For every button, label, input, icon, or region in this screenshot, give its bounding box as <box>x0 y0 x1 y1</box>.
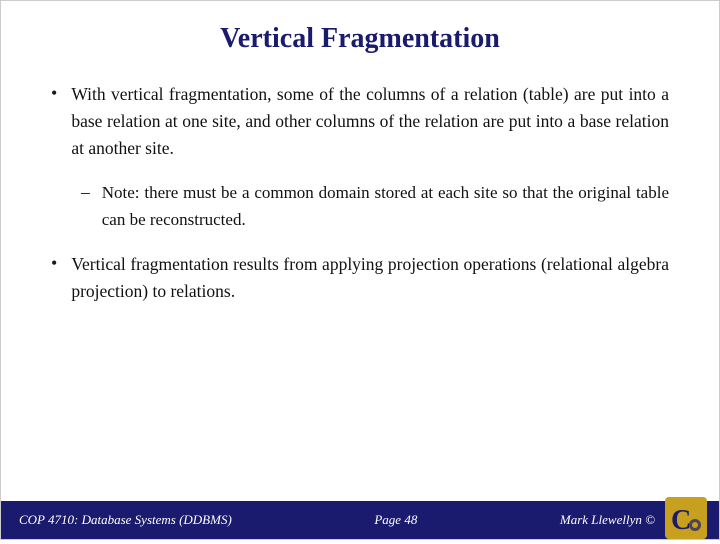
bullet-icon: • <box>51 253 57 274</box>
sub-text: Note: there must be a common domain stor… <box>102 180 669 233</box>
footer-logo: C <box>665 497 707 539</box>
footer-left: COP 4710: Database Systems (DDBMS) <box>19 512 232 528</box>
bullet-text: Vertical fragmentation results from appl… <box>71 251 669 305</box>
slide-content: • With vertical fragmentation, some of t… <box>1 71 719 501</box>
slide-footer: COP 4710: Database Systems (DDBMS) Page … <box>1 501 719 539</box>
list-item: • With vertical fragmentation, some of t… <box>51 81 669 162</box>
footer-center: Page 48 <box>374 512 417 528</box>
list-item: • Vertical fragmentation results from ap… <box>51 251 669 305</box>
slide-title: Vertical Fragmentation <box>1 1 719 71</box>
bullet-text: With vertical fragmentation, some of the… <box>71 81 669 162</box>
bullet-icon: • <box>51 83 57 104</box>
slide: Vertical Fragmentation • With vertical f… <box>0 0 720 540</box>
footer-right: Mark Llewellyn © <box>560 512 655 528</box>
list-item: – Note: there must be a common domain st… <box>81 180 669 233</box>
svg-text:C: C <box>671 505 691 536</box>
dash-icon: – <box>81 182 90 203</box>
